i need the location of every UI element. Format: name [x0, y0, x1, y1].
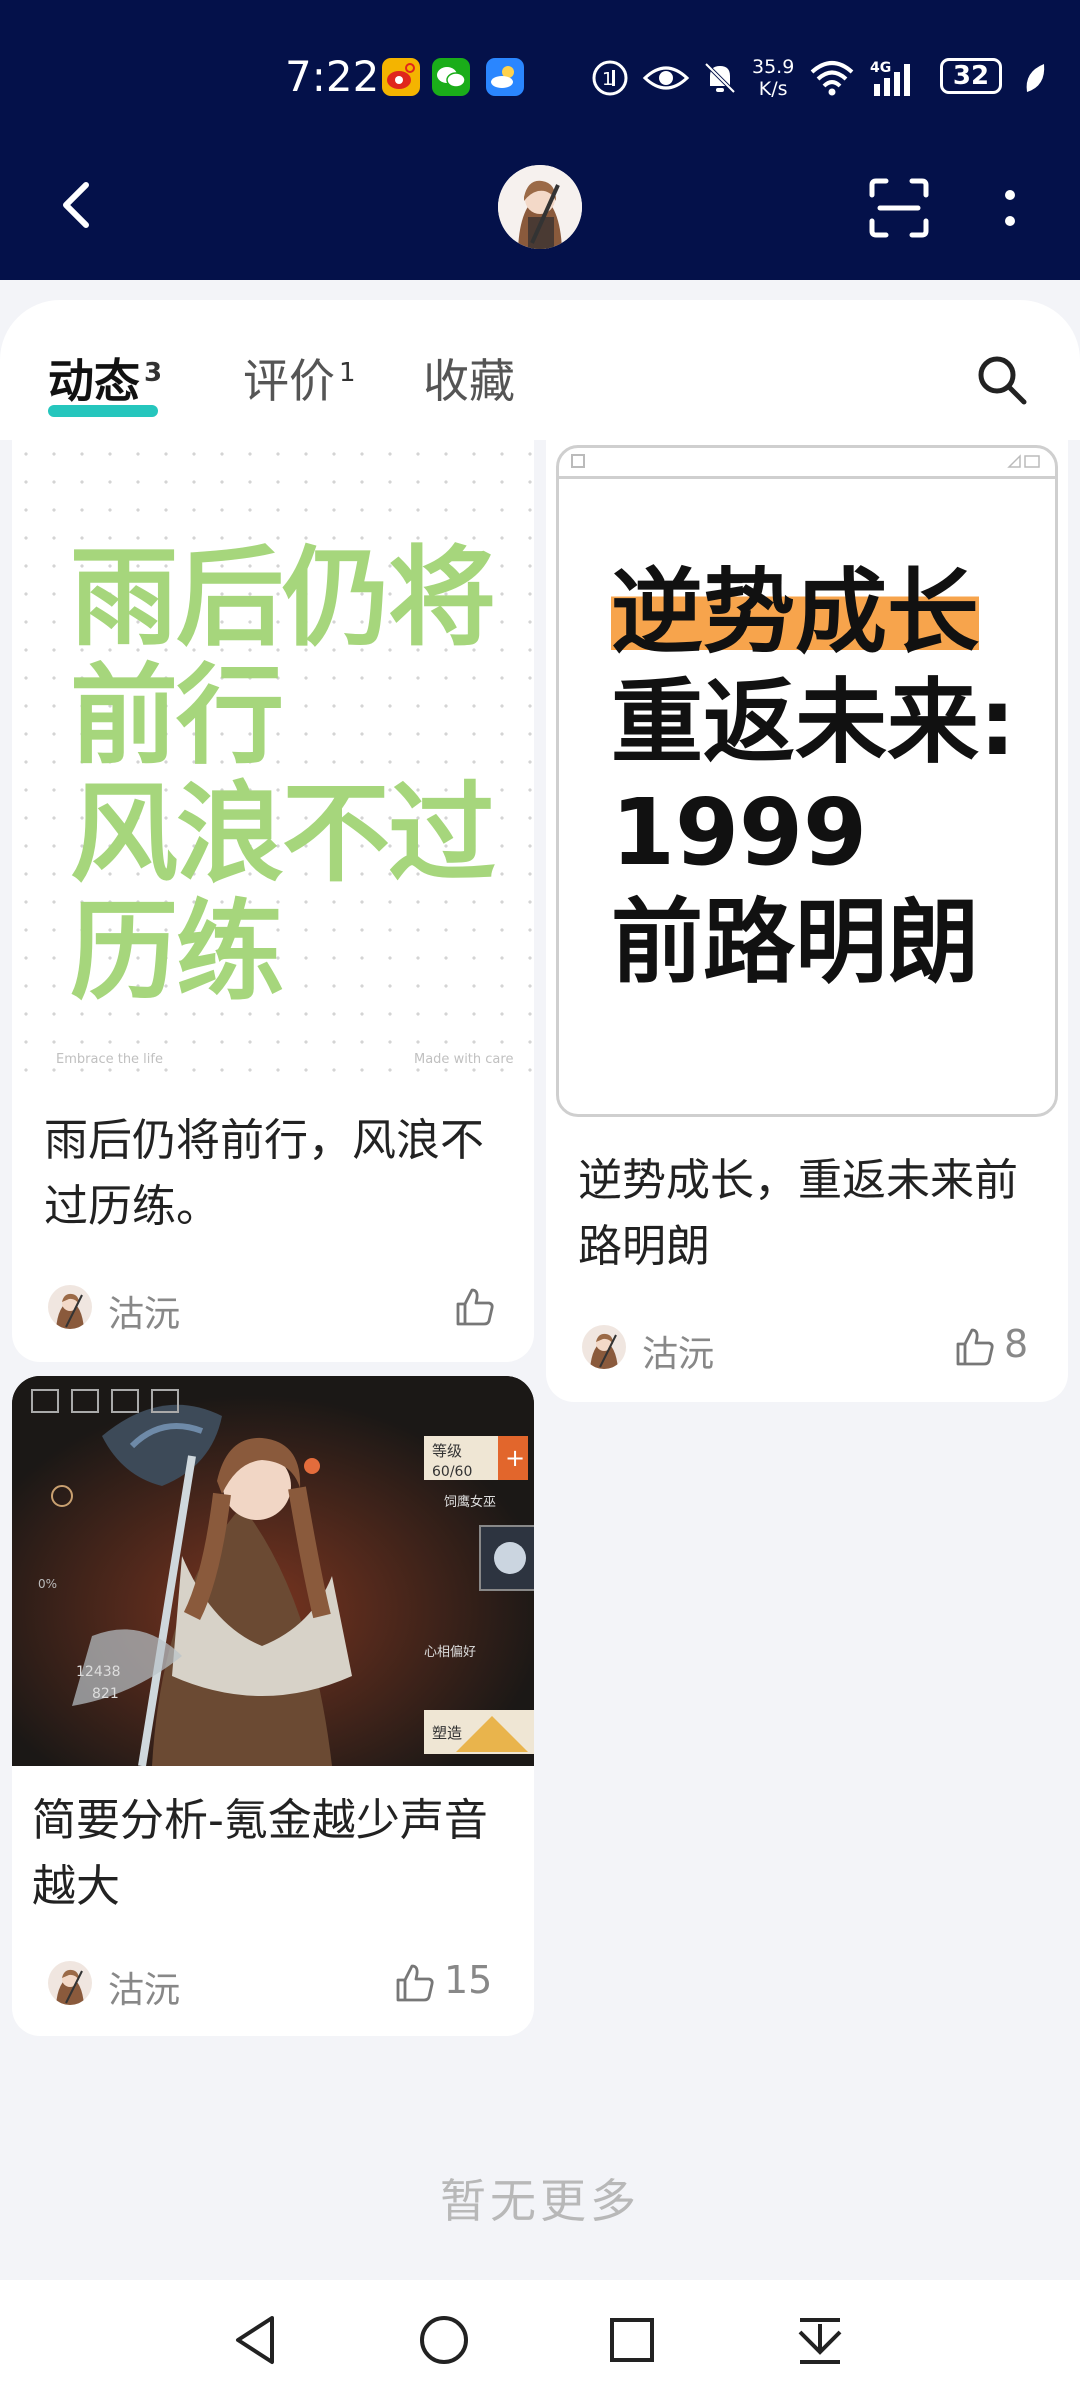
content-panel: 动态 3 评价 1 收藏 雨后仍将 前行 风浪不过 历练 Embrace the l…: [0, 300, 1080, 2280]
thumbs-up-icon: [396, 1964, 434, 2001]
window-controls-icon: [1007, 454, 1040, 468]
poster-window-bar: [559, 476, 1055, 479]
speed-value: 35.9: [752, 56, 795, 78]
post-cover-image: 逆势成长 重返未来: 1999 前路明朗: [556, 445, 1058, 1117]
tab-reviews[interactable]: 评价 1: [243, 345, 356, 411]
scan-icon[interactable]: [868, 177, 930, 239]
poster-text: 雨后仍将 前行 风浪不过 历练: [70, 536, 496, 1015]
post-card[interactable]: 雨后仍将 前行 风浪不过 历练 Embrace the life Made wi…: [12, 440, 534, 1362]
author-avatar: [48, 1961, 92, 2005]
game-bottom: 塑造: [432, 1724, 462, 1742]
game-pct: 0%: [38, 1577, 57, 1591]
leaf-icon: [1022, 58, 1048, 98]
game-level-label: 等级: [432, 1442, 462, 1460]
game-fav: 心相偏好: [424, 1645, 476, 1660]
game-tag: 饲鹰女巫: [444, 1494, 496, 1510]
post-card[interactable]: 逆势成长 重返未来: 1999 前路明朗 逆势成长，重返未来前路明朗 沽沅 8: [546, 440, 1068, 1402]
tab-bar: 动态 3 评价 1 收藏: [0, 300, 1080, 440]
nav-home-icon[interactable]: [414, 2310, 474, 2370]
like-count: 8: [1004, 1322, 1029, 1366]
tab-posts[interactable]: 动态 3: [48, 345, 162, 411]
poster-line: 雨后仍将: [70, 536, 496, 661]
game-field2: 821: [92, 1686, 119, 1702]
svg-text:+: +: [505, 1444, 525, 1472]
profile-avatar[interactable]: [498, 165, 582, 249]
like-button[interactable]: 8: [954, 1322, 1028, 1368]
like-button[interactable]: [454, 1282, 504, 1328]
network-type-label: 4G: [870, 60, 891, 76]
tab-reviews-label: 评价: [243, 354, 335, 408]
nav-recents-icon[interactable]: [602, 2310, 662, 2370]
hd-icon: 1: [590, 58, 630, 98]
app-header: 7:22 1 35.9 K/s 4G 32: [0, 0, 1080, 280]
poster-line: 重返未来:: [611, 669, 1016, 776]
poster-line: 历练: [70, 890, 284, 1015]
no-more-label: 暂无更多: [440, 2174, 640, 2228]
post-cover-image: 雨后仍将 前行 风浪不过 历练 Embrace the life Made wi…: [12, 440, 534, 1080]
like-count: 15: [444, 1958, 493, 2002]
network-speed: 35.9 K/s: [752, 56, 794, 100]
game-level-value: 60/60: [432, 1464, 472, 1480]
poster-footer-left: Embrace the life: [56, 1052, 163, 1067]
eye-icon: [642, 58, 690, 98]
wifi-icon: [808, 58, 856, 98]
nav-dropdown-icon[interactable]: [790, 2310, 850, 2370]
status-time: 7:22: [285, 52, 380, 101]
search-icon[interactable]: [972, 350, 1032, 410]
system-nav-bar: [0, 2280, 1080, 2400]
post-card[interactable]: 等级 60/60 + 饲鹰女巫 0% 心相偏好 12438 821 塑造 简要分…: [12, 1376, 534, 2036]
poster-line: 逆势成长: [611, 559, 980, 666]
more-vertical-icon[interactable]: [990, 177, 1030, 239]
like-button[interactable]: 15: [394, 1958, 492, 2004]
weibo-icon: [382, 58, 420, 96]
thumbs-up-icon: [956, 1328, 994, 1365]
svg-text:1: 1: [602, 69, 613, 90]
battery-icon: 32: [940, 58, 1002, 94]
poster-line: 前路明朗: [611, 889, 980, 996]
post-title: 逆势成长，重返未来前路明朗: [578, 1155, 1018, 1272]
signal-icon: 4G: [868, 58, 928, 98]
thumbs-up-icon: [456, 1288, 494, 1325]
speed-unit: K/s: [758, 78, 788, 100]
poster-line: 前行: [70, 654, 284, 779]
game-field1: 12438: [76, 1664, 121, 1680]
tab-favorites[interactable]: 收藏: [423, 345, 515, 411]
poster-line: 风浪不过: [70, 772, 496, 897]
post-cover-image: 等级 60/60 + 饲鹰女巫 0% 心相偏好 12438 821 塑造: [12, 1376, 534, 1766]
tab-posts-badge: 3: [144, 357, 163, 388]
author-avatar: [582, 1325, 626, 1369]
post-author: 沽沅: [642, 1334, 715, 1375]
post-title: 简要分析-氪金越少声音越大: [32, 1795, 488, 1912]
poster-footer-right: Made with care: [414, 1052, 514, 1067]
status-bar: 7:22 1 35.9 K/s 4G 32: [0, 50, 1080, 110]
mute-icon: [700, 58, 740, 98]
window-square-icon: [571, 454, 585, 468]
wechat-icon: [432, 58, 470, 96]
game-screenshot: 等级 60/60 + 饲鹰女巫 0% 心相偏好 12438 821 塑造: [12, 1376, 534, 1766]
poster-line: 1999: [611, 779, 868, 886]
post-author: 沽沅: [108, 1294, 181, 1335]
tab-reviews-badge: 1: [339, 357, 356, 388]
back-arrow-icon[interactable]: [50, 175, 110, 235]
author-avatar: [48, 1285, 92, 1329]
post-author: 沽沅: [108, 1970, 181, 2011]
tab-favorites-label: 收藏: [423, 354, 515, 408]
header-nav: [0, 155, 1080, 255]
nav-back-icon[interactable]: [226, 2310, 286, 2370]
tab-posts-label: 动态: [48, 354, 140, 408]
weather-icon: [486, 58, 524, 96]
post-title: 雨后仍将前行，风浪不过历练。: [44, 1115, 484, 1232]
poster-text: 逆势成长 重返未来: 1999 前路明朗: [611, 558, 1016, 998]
